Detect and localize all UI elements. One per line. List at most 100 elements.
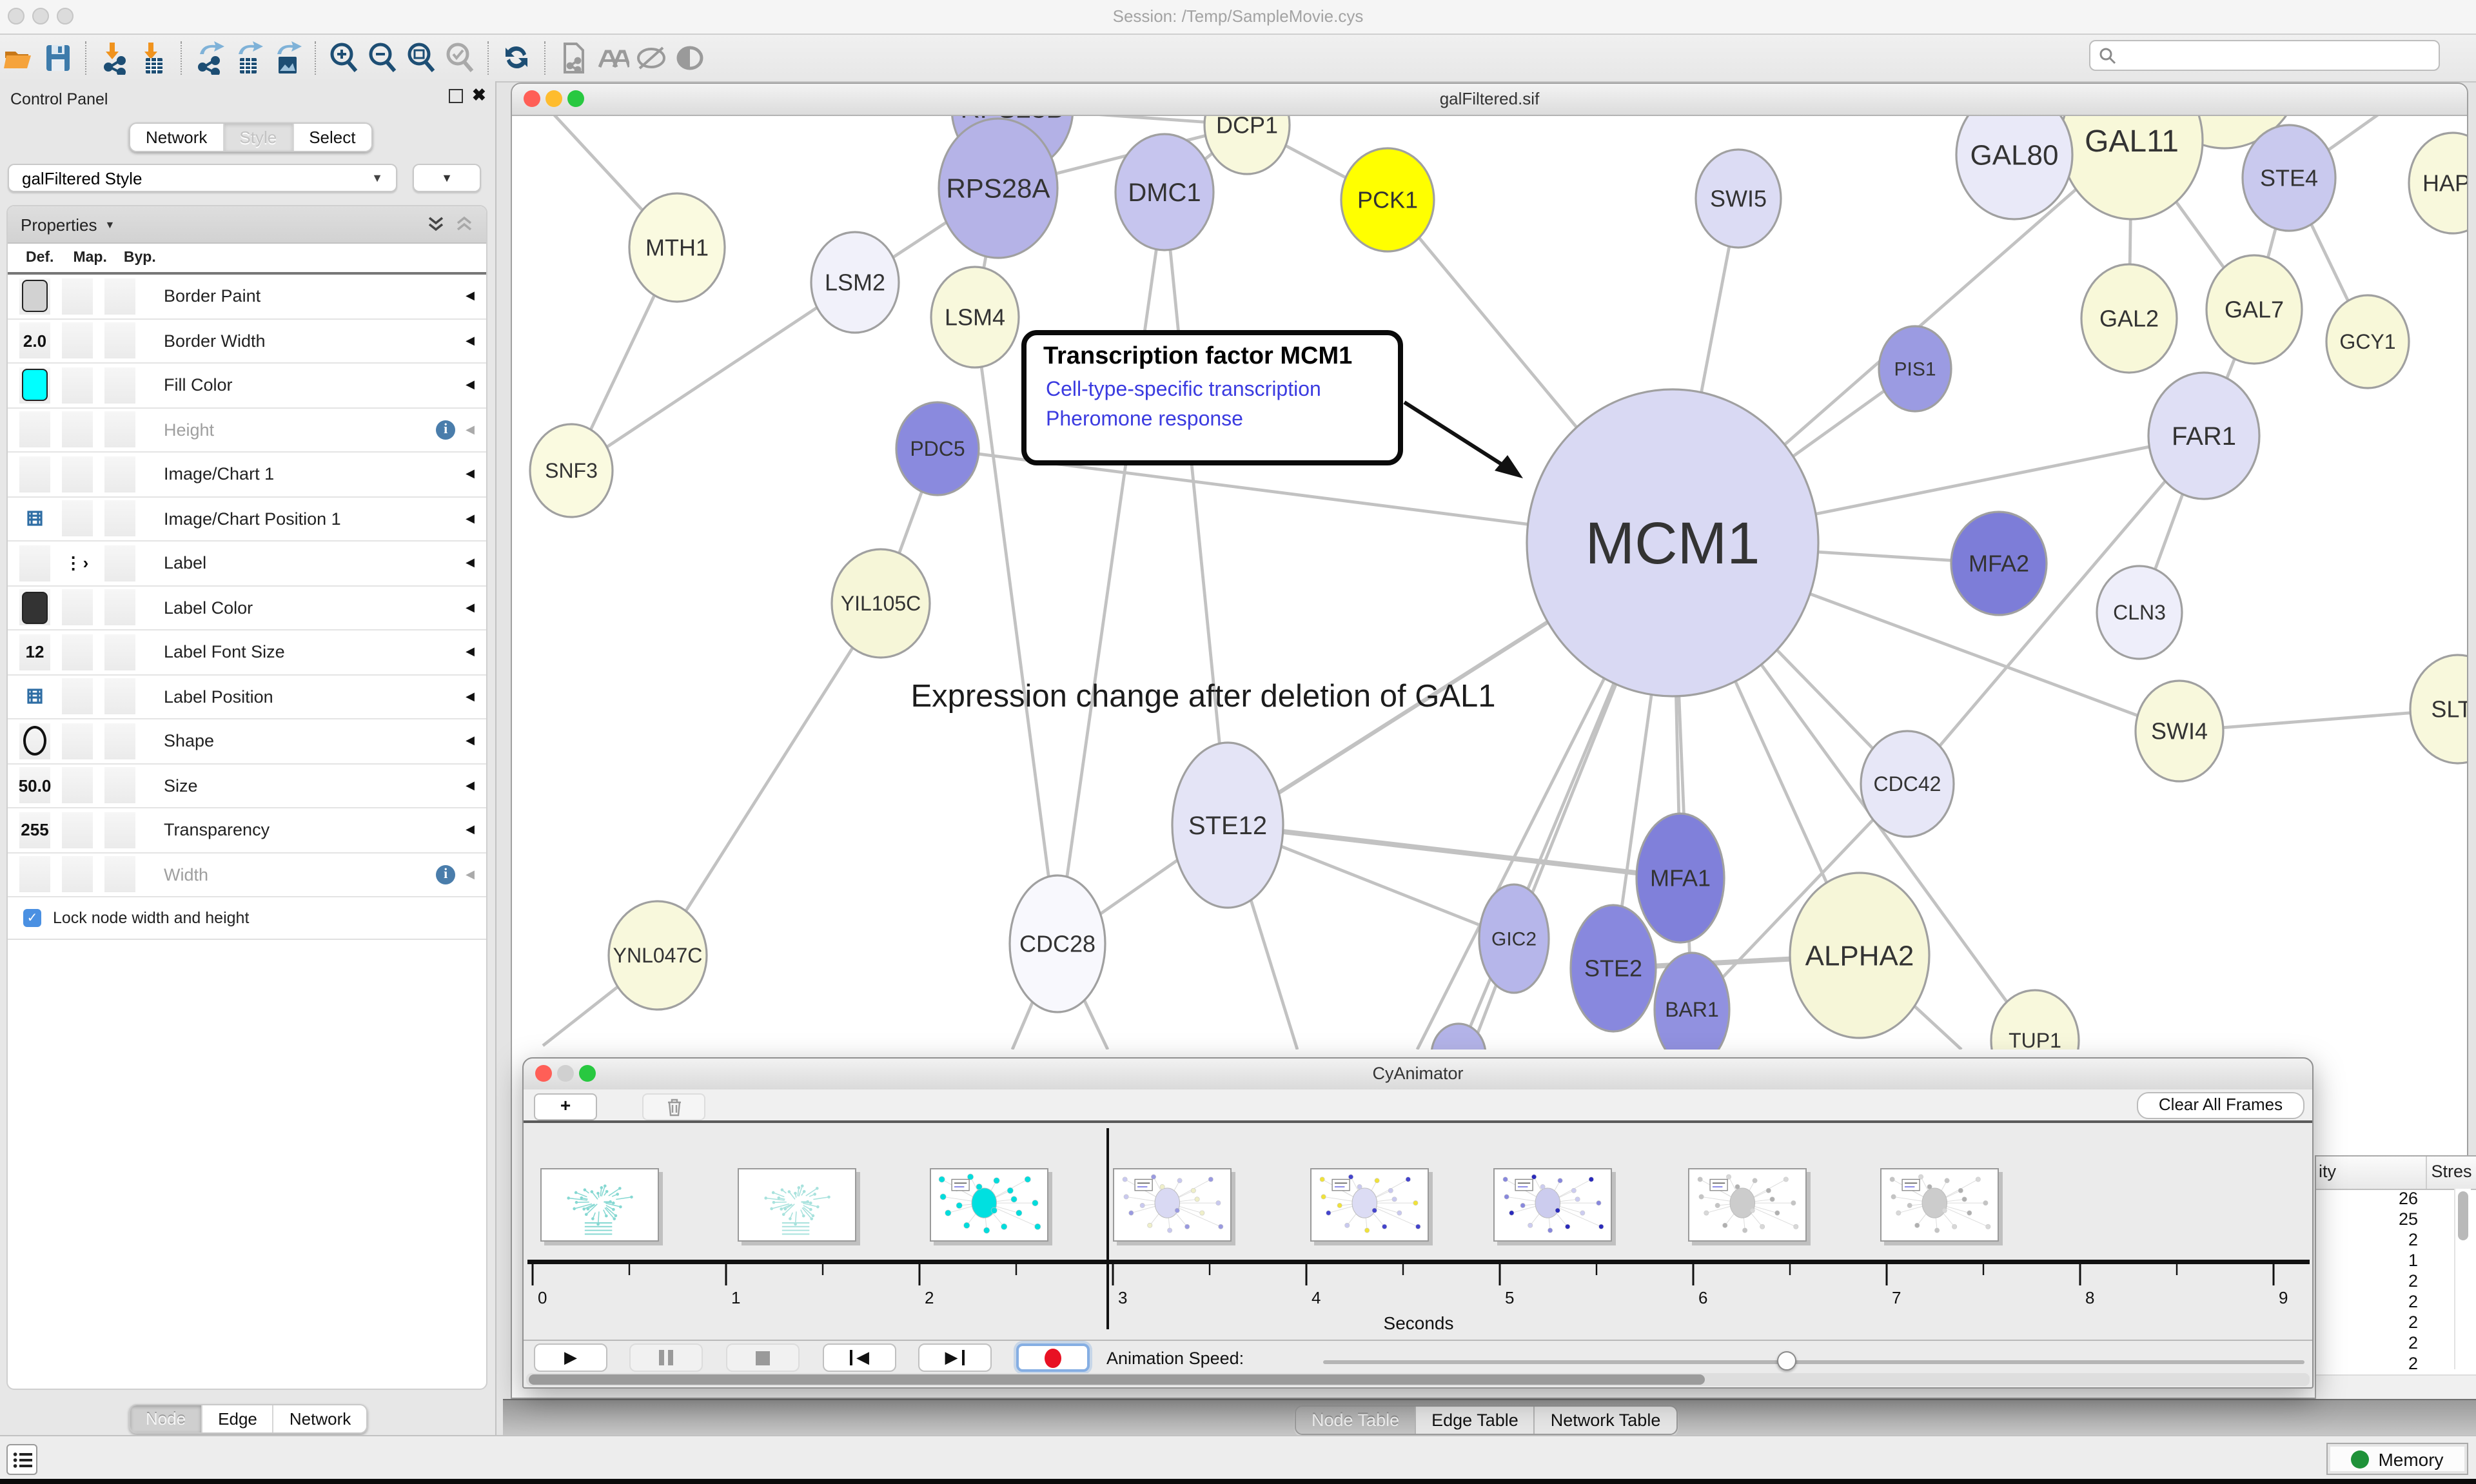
mapping-cell[interactable] <box>62 323 93 359</box>
default-value-cell[interactable] <box>19 679 50 715</box>
collapse-arrow-icon[interactable]: ◀ <box>466 423 475 437</box>
network-canvas[interactable]: RPS28BRPS28ADMC1DCP1PCK1MTH1LSM2LSM4SNF3… <box>512 115 2467 1050</box>
open-in-browser-icon[interactable] <box>555 40 593 76</box>
property-row-shape[interactable]: Shape◀ <box>8 719 486 764</box>
network-node-GAL7[interactable]: GAL7 <box>2206 255 2302 364</box>
collapse-arrow-icon[interactable]: ◀ <box>466 823 475 837</box>
global-search-box[interactable] <box>2089 40 2440 71</box>
collapse-arrow-icon[interactable]: ◀ <box>466 690 475 704</box>
network-node-GIC2[interactable]: GIC2 <box>1479 884 1549 993</box>
play-button[interactable]: ▶ <box>534 1343 607 1372</box>
add-frame-button[interactable]: + <box>534 1093 597 1120</box>
network-node-RPS28A[interactable]: RPS28A <box>939 119 1057 258</box>
collapse-arrow-icon[interactable]: ◀ <box>466 289 475 304</box>
default-value-cell[interactable] <box>19 367 50 404</box>
animation-frame-1[interactable] <box>540 1168 659 1242</box>
mapping-cell[interactable] <box>62 812 93 848</box>
property-row-image-chart-position-1[interactable]: Image/Chart Position 1◀ <box>8 497 486 542</box>
bypass-cell[interactable] <box>104 634 135 670</box>
property-row-size[interactable]: 50.0Size◀ <box>8 764 486 808</box>
mapping-cell[interactable]: ⋮› <box>62 545 93 581</box>
table-cell-value[interactable]: 2 <box>2316 1313 2449 1333</box>
export-table-icon[interactable] <box>230 40 268 76</box>
network-window-titlebar[interactable]: galFiltered.sif <box>512 84 2467 116</box>
network-node-SWI4[interactable]: SWI4 <box>2136 681 2223 781</box>
property-row-border-paint[interactable]: Border Paint◀ <box>8 275 486 319</box>
network-node-HAP2[interactable]: HAP2 <box>2409 133 2467 233</box>
import-table-icon[interactable] <box>134 40 173 76</box>
bypass-cell[interactable] <box>104 590 135 626</box>
network-node-STE4[interactable]: STE4 <box>2243 125 2335 231</box>
table-cell-value[interactable]: 2 <box>2316 1292 2449 1313</box>
mapping-cell[interactable] <box>62 768 93 804</box>
property-row-label[interactable]: ⋮›Label◀ <box>8 542 486 586</box>
mapping-cell[interactable] <box>62 679 93 715</box>
tab-select[interactable]: Select <box>293 124 371 151</box>
tab-node[interactable]: Node <box>130 1405 202 1432</box>
table-cell-value[interactable]: 1 <box>2316 1251 2449 1271</box>
tab-style[interactable]: Style <box>224 124 293 151</box>
table-cell-value[interactable]: 2 <box>2316 1230 2449 1251</box>
lock-size-checkbox[interactable]: ✓ <box>23 909 41 927</box>
collapse-arrow-icon[interactable]: ◀ <box>466 467 475 482</box>
bypass-cell[interactable] <box>104 768 135 804</box>
mapping-cell[interactable] <box>62 412 93 448</box>
bypass-cell[interactable] <box>104 812 135 848</box>
stop-button[interactable] <box>726 1343 800 1372</box>
default-value-cell[interactable] <box>19 545 50 581</box>
export-network-icon[interactable] <box>191 40 230 76</box>
open-session-icon[interactable] <box>0 40 39 76</box>
collapse-arrow-icon[interactable]: ◀ <box>466 868 475 882</box>
import-network-icon[interactable] <box>95 40 134 76</box>
zoom-out-icon[interactable] <box>364 40 402 76</box>
tab-edge[interactable]: Edge <box>202 1405 274 1432</box>
collapse-arrow-icon[interactable]: ◀ <box>466 556 475 571</box>
table-cell-value[interactable]: 2 <box>2316 1271 2449 1292</box>
tab-node-table[interactable]: Node Table <box>1296 1407 1416 1434</box>
animation-frame-6[interactable] <box>1493 1168 1612 1242</box>
default-value-cell[interactable]: 2.0 <box>19 323 50 359</box>
default-value-cell[interactable] <box>19 723 50 759</box>
bypass-cell[interactable] <box>104 679 135 715</box>
property-row-width[interactable]: Widthi◀ <box>8 853 486 897</box>
bypass-cell[interactable] <box>104 456 135 493</box>
tab-edge-table[interactable]: Edge Table <box>1416 1407 1535 1434</box>
collapse-arrow-icon[interactable]: ◀ <box>466 645 475 659</box>
network-node-BAR1[interactable]: BAR1 <box>1655 953 1729 1050</box>
network-node-partial-node[interactable] <box>1431 1024 1486 1050</box>
network-node-LSM4[interactable]: LSM4 <box>931 267 1019 367</box>
network-node-STE12[interactable]: STE12 <box>1172 743 1283 908</box>
style-options-button[interactable]: ▼ <box>413 164 481 192</box>
property-row-transparency[interactable]: 255Transparency◀ <box>8 808 486 853</box>
property-row-height[interactable]: Heighti◀ <box>8 408 486 453</box>
default-value-cell[interactable] <box>19 857 50 893</box>
annotation-link[interactable]: Pheromone response <box>1046 407 1243 430</box>
save-session-icon[interactable] <box>39 40 77 76</box>
table-cell-value[interactable]: 2 <box>2316 1354 2449 1374</box>
network-node-PDC5[interactable]: PDC5 <box>896 402 979 495</box>
network-node-MFA2[interactable]: MFA2 <box>1951 512 2047 615</box>
mapping-cell[interactable] <box>62 723 93 759</box>
property-row-image-chart-1[interactable]: Image/Chart 1◀ <box>8 453 486 497</box>
scrollbar-thumb[interactable] <box>529 1374 1705 1385</box>
network-node-CLN3[interactable]: CLN3 <box>2097 566 2182 659</box>
cyanimator-timeline[interactable]: 0123456789Seconds <box>524 1126 2312 1340</box>
bypass-cell[interactable] <box>104 545 135 581</box>
collapse-arrow-icon[interactable]: ◀ <box>466 734 475 748</box>
zoom-in-icon[interactable] <box>325 40 364 76</box>
network-node-SLT2[interactable]: SLT2 <box>2410 655 2467 763</box>
default-value-cell[interactable]: 50.0 <box>19 768 50 804</box>
default-value-cell[interactable] <box>19 412 50 448</box>
memory-button[interactable]: Memory <box>2326 1443 2468 1475</box>
network-node-PCK1[interactable]: PCK1 <box>1341 148 1434 251</box>
network-node-PIS1[interactable]: PIS1 <box>1879 326 1951 411</box>
mapping-cell[interactable] <box>62 857 93 893</box>
network-node-GCY1[interactable]: GCY1 <box>2326 295 2409 388</box>
default-value-cell[interactable] <box>19 501 50 537</box>
tab-network-style[interactable]: Network <box>274 1405 366 1432</box>
default-value-cell[interactable]: 12 <box>19 634 50 670</box>
default-value-cell[interactable] <box>19 278 50 315</box>
table-header-row[interactable]: ity Stres <box>2316 1157 2476 1190</box>
network-node-GAL2[interactable]: GAL2 <box>2081 264 2177 373</box>
properties-header[interactable]: Properties ▼ <box>8 206 486 244</box>
